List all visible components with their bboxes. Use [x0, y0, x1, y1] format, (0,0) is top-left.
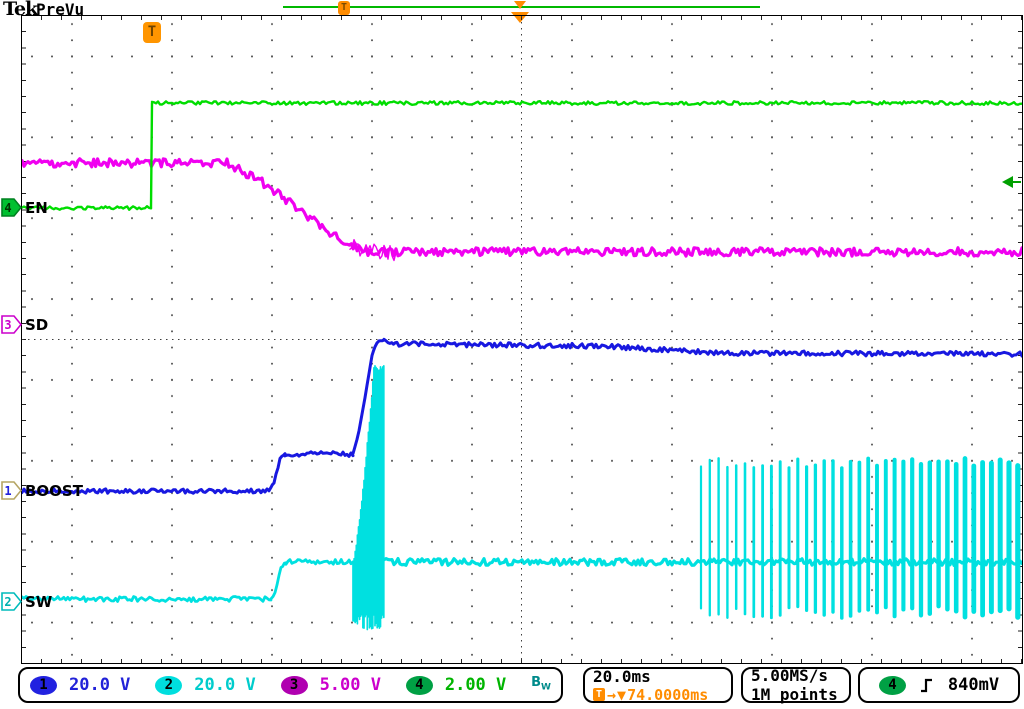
trigger-delay-t-icon: T	[593, 688, 605, 701]
channel-3-badge: 3	[281, 676, 308, 695]
trigger-point-badge: T	[143, 22, 161, 43]
svg-text:1: 1	[4, 484, 11, 498]
record-trigger-marker-icon: T	[338, 1, 350, 15]
channel-4-readout: 4 2.00 V	[406, 675, 506, 695]
channel-scale-readout-box: 1 20.0 V 2 20.0 V 3 5.00 V 4 2.00 V BW	[18, 667, 563, 703]
trigger-source-badge: 4	[879, 676, 906, 695]
channel-2-readout: 2 20.0 V	[155, 675, 255, 695]
channel-1-scale: 20.0 V	[69, 675, 130, 695]
trace-label-en: EN	[25, 199, 48, 217]
trigger-level: 840mV	[948, 675, 999, 695]
timebase-readout-box: 20.0ms T → ▼ 74.0000ms	[583, 667, 733, 703]
rising-edge-icon	[920, 677, 934, 694]
channel-3-ground-marker: 3	[1, 315, 22, 334]
channel-4-ground-marker: 4	[1, 198, 22, 217]
channel-4-badge: 4	[406, 676, 433, 695]
trigger-delay-value: 74.0000ms	[627, 686, 708, 704]
trace-label-boost: BOOST	[25, 482, 83, 500]
waveform-en	[22, 101, 1022, 210]
channel-1-readout: 1 20.0 V	[30, 675, 130, 695]
triangle-icon: ▼	[617, 686, 626, 704]
trace-label-sd: SD	[25, 316, 48, 334]
graticule	[21, 15, 1023, 664]
acquisition-readout-box: 5.00MS/s 1M points	[741, 667, 851, 703]
arrow-icon: →	[607, 686, 616, 704]
trigger-readout-box: 4 840mV	[858, 667, 1020, 703]
record-length: 1M points	[751, 685, 838, 704]
svg-text:3: 3	[4, 318, 11, 332]
svg-text:4: 4	[4, 201, 11, 215]
channel-2-ground-marker: 2	[1, 592, 22, 611]
waveform-sw	[22, 366, 1022, 630]
trace-label-sw: SW	[25, 593, 52, 611]
waveform-sd	[22, 159, 1022, 261]
sample-rate: 5.00MS/s	[751, 666, 838, 685]
channel-2-scale: 20.0 V	[194, 675, 255, 695]
waveform-display	[22, 16, 1022, 663]
channel-4-scale: 2.00 V	[445, 675, 506, 695]
channel-3-readout: 3 5.00 V	[281, 675, 381, 695]
trigger-level-arrow-stub	[1012, 181, 1021, 183]
waveform-boost	[22, 339, 1022, 493]
timebase-scale: 20.0ms	[593, 667, 708, 686]
channel-3-scale: 5.00 V	[320, 675, 381, 695]
bandwidth-limit-icon: BW	[531, 677, 551, 694]
oscilloscope-screen: Tek PreVu T T 4EN 3SD 1BOOST 2SW 1 20.0 …	[0, 0, 1024, 709]
channel-1-ground-marker: 1	[1, 481, 22, 500]
record-trigger-position-icon	[514, 1, 526, 9]
channel-2-badge: 2	[155, 676, 182, 695]
trigger-delay-readout: T → ▼ 74.0000ms	[593, 686, 708, 704]
channel-1-badge: 1	[30, 676, 57, 695]
svg-text:2: 2	[4, 595, 11, 609]
